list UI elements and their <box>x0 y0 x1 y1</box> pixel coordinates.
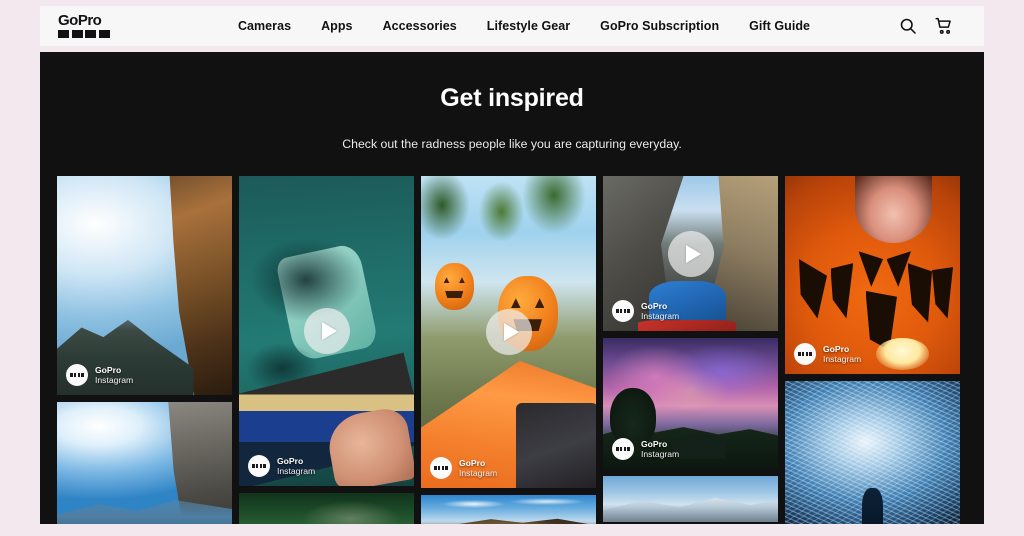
scene-dark-forest <box>239 493 414 524</box>
gallery-tile[interactable]: GoPro Instagram <box>57 176 232 395</box>
play-button-icon[interactable] <box>485 309 532 355</box>
nav-item-gift-guide[interactable]: Gift Guide <box>749 19 810 33</box>
play-button-icon[interactable] <box>303 308 350 354</box>
scene-kayak <box>421 360 596 488</box>
nav-item-lifestyle-gear[interactable]: Lifestyle Gear <box>487 19 570 33</box>
tile-media <box>57 402 232 524</box>
logo-wordmark: GoPro <box>58 12 102 29</box>
tile-media <box>603 476 778 522</box>
site-header: GoPro Cameras Apps Accessories Lifestyle… <box>40 6 984 46</box>
play-button-icon[interactable] <box>667 230 714 277</box>
gallery-tile[interactable] <box>239 493 414 524</box>
nav-item-cameras[interactable]: Cameras <box>238 19 291 33</box>
inspire-section: Get inspired Check out the radness peopl… <box>40 52 984 524</box>
tile-media <box>785 176 960 374</box>
gopro-logo[interactable]: GoPro <box>58 12 116 38</box>
page-title: Get inspired <box>440 84 584 112</box>
nav-item-gopro-subscription[interactable]: GoPro Subscription <box>600 19 719 33</box>
gallery-tile[interactable]: GoPro Instagram <box>785 176 960 374</box>
gallery-tile[interactable]: GoPro Instagram <box>421 176 596 488</box>
gallery-tile[interactable] <box>785 381 960 524</box>
gallery-tile[interactable]: GoPro Instagram <box>603 338 778 469</box>
tile-media <box>785 381 960 524</box>
scene-cliff-climb-sky <box>57 402 232 524</box>
tile-media <box>421 495 596 524</box>
tile-media <box>239 493 414 524</box>
gallery-tile[interactable]: GoPro Instagram <box>603 176 778 331</box>
gallery-column: GoPro Instagram <box>421 176 596 524</box>
gallery-tile[interactable]: GoPro Instagram <box>239 176 414 486</box>
gallery-column: GoPro Instagram <box>57 176 232 524</box>
gallery-tile[interactable] <box>421 495 596 524</box>
gallery-grid: GoPro Instagram GoPro Instagram GoPro In… <box>57 176 967 524</box>
gallery-tile[interactable] <box>603 476 778 522</box>
logo-squares-icon <box>58 30 110 38</box>
gallery-column: GoPro Instagram GoPro Instagram <box>603 176 778 524</box>
tile-media <box>603 338 778 469</box>
scene-face-in-hole <box>855 176 932 244</box>
scene-jack-o-lantern <box>785 176 960 374</box>
scene-clouds <box>421 495 596 524</box>
scene-diver <box>862 488 883 524</box>
gallery-column: GoPro Instagram <box>239 176 414 524</box>
scene-snow-peak <box>603 476 778 522</box>
header-actions <box>898 16 954 36</box>
gallery-tile[interactable] <box>57 402 232 524</box>
scene-cliff-climb-sunset <box>57 176 232 395</box>
scene-tree <box>610 387 656 446</box>
cart-icon[interactable] <box>934 16 954 36</box>
gopro-page: GoPro Cameras Apps Accessories Lifestyle… <box>0 0 1024 536</box>
primary-nav: Cameras Apps Accessories Lifestyle Gear … <box>150 19 898 33</box>
search-icon[interactable] <box>898 16 918 36</box>
gallery-column: GoPro Instagram <box>785 176 960 524</box>
tile-media <box>57 176 232 395</box>
scene-candle-glow <box>876 338 929 371</box>
nav-item-accessories[interactable]: Accessories <box>383 19 457 33</box>
scene-hiker <box>637 281 737 331</box>
nav-item-apps[interactable]: Apps <box>321 19 352 33</box>
page-subtitle: Check out the radness people like you ar… <box>342 137 682 151</box>
scene-pumpkin-small <box>435 263 474 311</box>
